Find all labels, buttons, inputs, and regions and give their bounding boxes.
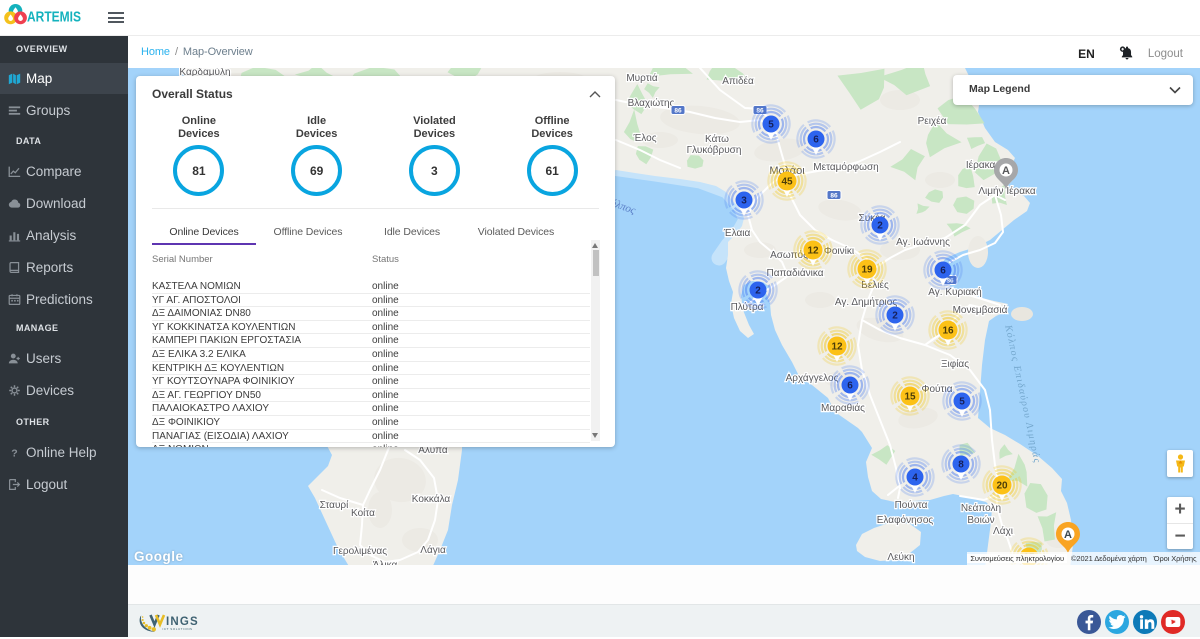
svg-text:6: 6	[813, 135, 819, 146]
svg-text:You: You	[1171, 619, 1176, 623]
svg-text:Ρειχέα: Ρειχέα	[918, 115, 947, 127]
svg-text:ICT SOLUTIONS: ICT SOLUTIONS	[163, 627, 193, 631]
svg-text:20: 20	[996, 481, 1008, 492]
svg-text:5: 5	[959, 397, 965, 408]
svg-text:Μεταμόρφωση: Μεταμόρφωση	[813, 161, 878, 173]
svg-text:16: 16	[942, 326, 954, 337]
svg-text:Λεύκη: Λεύκη	[887, 551, 914, 563]
svg-text:Άλικα: Άλικα	[373, 560, 398, 565]
svg-text:Κοκκάλα: Κοκκάλα	[412, 493, 451, 505]
svg-text:Γλυκόβρυση: Γλυκόβρυση	[687, 144, 742, 156]
svg-text:2: 2	[892, 311, 898, 322]
svg-text:Ελαφόνησος: Ελαφόνησος	[877, 514, 934, 526]
svg-text:Μονεμβασιά: Μονεμβασιά	[953, 304, 1008, 316]
svg-text:8: 8	[958, 460, 964, 471]
svg-text:5: 5	[768, 120, 774, 131]
svg-text:?: ?	[11, 447, 17, 458]
svg-text:Έλαια: Έλαια	[723, 228, 751, 239]
svg-text:Αγ. Ιωάννης: Αγ. Ιωάννης	[896, 236, 950, 248]
svg-text:Σταυρί: Σταυρί	[320, 499, 349, 511]
svg-text:ARTEMIS: ARTEMIS	[27, 9, 81, 26]
svg-text:Μυρτιά: Μυρτιά	[626, 72, 658, 84]
svg-text:Ξιφίας: Ξιφίας	[941, 358, 969, 370]
svg-text:Γερολιμένας: Γερολιμένας	[333, 545, 387, 557]
svg-text:A: A	[1064, 529, 1072, 541]
svg-text:12: 12	[831, 342, 843, 353]
svg-text:19: 19	[861, 265, 873, 276]
svg-text:12: 12	[807, 246, 819, 257]
svg-text:Κοίτα: Κοίτα	[351, 507, 375, 519]
svg-text:Βοιών: Βοιών	[967, 514, 994, 526]
svg-text:2: 2	[877, 221, 883, 232]
svg-text:Βλαχιώτης: Βλαχιώτης	[628, 97, 675, 109]
svg-text:3: 3	[741, 196, 747, 207]
svg-text:Λάγια: Λάγια	[420, 544, 446, 556]
svg-text:15: 15	[904, 392, 916, 403]
svg-text:A: A	[1002, 165, 1010, 177]
svg-text:Λάχι: Λάχι	[993, 525, 1013, 537]
svg-text:86: 86	[830, 193, 838, 200]
svg-text:2: 2	[755, 286, 761, 297]
svg-text:Νεάπολη: Νεάπολη	[961, 502, 1001, 514]
svg-text:Κάτω: Κάτω	[705, 133, 729, 145]
svg-text:Λιμήν Ιέρακα: Λιμήν Ιέρακα	[978, 185, 1036, 197]
svg-text:4: 4	[912, 473, 918, 484]
svg-text:Μαραθιάς: Μαραθιάς	[821, 402, 865, 414]
svg-text:Πούντα: Πούντα	[895, 499, 928, 511]
svg-text:6: 6	[940, 266, 946, 277]
svg-text:Έλος: Έλος	[632, 133, 656, 144]
svg-text:Απιδέα: Απιδέα	[722, 75, 754, 87]
svg-text:45: 45	[781, 177, 793, 188]
svg-text:6: 6	[847, 381, 853, 392]
svg-text:86: 86	[674, 108, 682, 115]
